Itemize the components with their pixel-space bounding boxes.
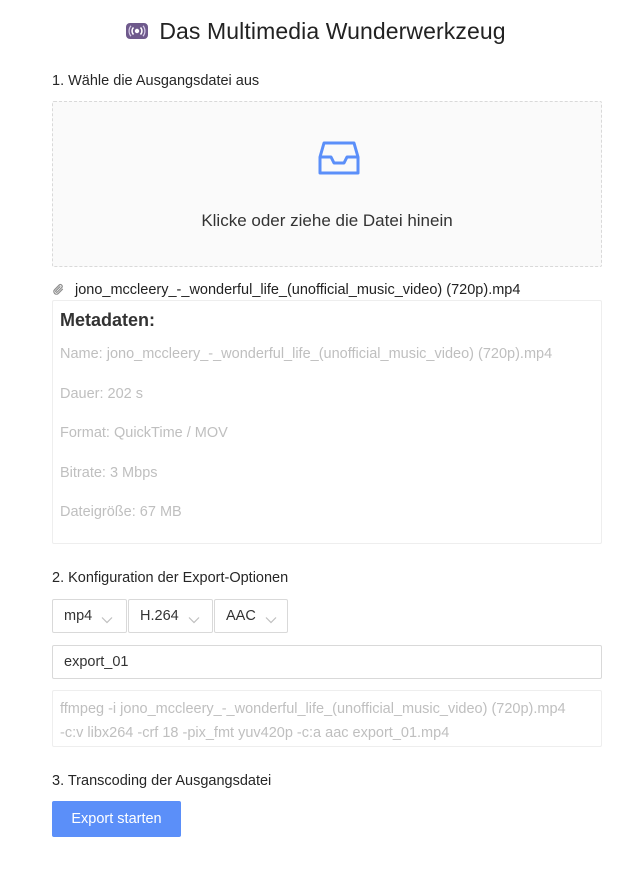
dropzone-text: Klicke oder ziehe die Datei hinein bbox=[201, 211, 453, 230]
chevron-down-icon bbox=[188, 612, 200, 624]
command-line: -c:v libx264 -crf 18 -pix_fmt yuv420p -c… bbox=[60, 725, 450, 741]
ffmpeg-command-preview: ffmpeg -i jono_mccleery_-_wonderful_life… bbox=[52, 690, 602, 747]
video-codec-select[interactable]: H.264 bbox=[128, 599, 213, 633]
step3-label: 3. Transcoding der Ausgangsdatei bbox=[52, 773, 272, 789]
page-header: Das Multimedia Wunderwerkzeug bbox=[0, 16, 631, 46]
metadata-filesize: Dateigröße: 67 MB bbox=[60, 504, 182, 520]
radio-broadcast-icon bbox=[125, 22, 149, 40]
step2-label: 2. Konfiguration der Export-Optionen bbox=[52, 570, 289, 586]
paperclip-icon bbox=[52, 283, 66, 297]
output-filename-input[interactable] bbox=[52, 645, 602, 679]
metadata-duration: Dauer: 202 s bbox=[60, 386, 144, 402]
audio-codec-value: AAC bbox=[226, 608, 256, 624]
uploaded-file-item[interactable]: jono_mccleery_-_wonderful_life_(unoffici… bbox=[52, 280, 520, 300]
inbox-icon bbox=[318, 138, 360, 178]
metadata-bitrate: Bitrate: 3 Mbps bbox=[60, 465, 158, 481]
metadata-name: Name: jono_mccleery_-_wonderful_life_(un… bbox=[60, 346, 553, 362]
metadata-title: Metadaten: bbox=[60, 310, 156, 330]
audio-codec-select[interactable]: AAC bbox=[214, 599, 288, 633]
file-dropzone[interactable]: Klicke oder ziehe die Datei hinein bbox=[52, 101, 602, 267]
video-codec-value: H.264 bbox=[140, 608, 179, 624]
metadata-panel: Metadaten: Name: jono_mccleery_-_wonderf… bbox=[52, 300, 602, 544]
step1-label: 1. Wähle die Ausgangsdatei aus bbox=[52, 73, 260, 89]
container-format-value: mp4 bbox=[64, 608, 93, 624]
container-format-select[interactable]: mp4 bbox=[52, 599, 127, 633]
metadata-format: Format: QuickTime / MOV bbox=[60, 425, 228, 441]
chevron-down-icon bbox=[265, 612, 277, 624]
page-title: Das Multimedia Wunderwerkzeug bbox=[159, 17, 506, 44]
chevron-down-icon bbox=[101, 612, 113, 624]
command-line: ffmpeg -i jono_mccleery_-_wonderful_life… bbox=[60, 701, 566, 717]
uploaded-file-name[interactable]: jono_mccleery_-_wonderful_life_(unoffici… bbox=[75, 282, 520, 298]
start-export-button[interactable]: Export starten bbox=[52, 801, 181, 837]
